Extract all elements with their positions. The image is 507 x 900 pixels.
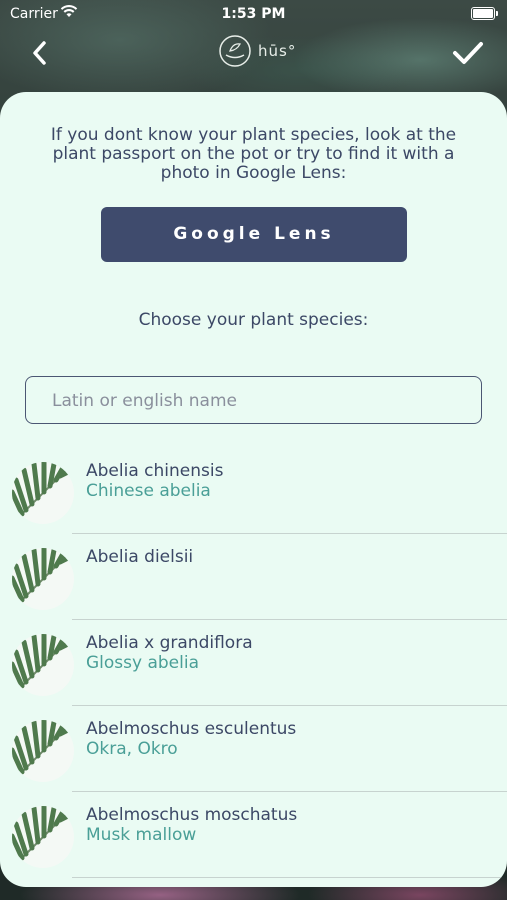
status-bar: Carrier 1:53 PM — [0, 0, 507, 28]
plant-thumbnail — [12, 720, 74, 782]
list-item[interactable]: Abelia dielsii — [0, 534, 507, 620]
app-logo: hūs° — [218, 34, 298, 68]
plant-thumbnail — [12, 548, 74, 610]
checkmark-icon — [453, 42, 483, 64]
divider — [72, 877, 507, 878]
chevron-left-icon — [33, 41, 46, 65]
google-lens-button[interactable]: Google Lens — [101, 207, 407, 262]
species-card: If you dont know your plant species, loo… — [0, 92, 507, 887]
latin-name: Abelia dielsii — [86, 547, 194, 567]
list-item[interactable]: Abelia x grandiflora Glossy abelia — [0, 620, 507, 706]
common-name: Okra, Okro — [86, 739, 178, 759]
choose-species-label: Choose your plant species: — [138, 310, 369, 330]
species-list: Abelia chinensis Chinese abelia Abelia d… — [0, 448, 507, 878]
plant-thumbnail — [12, 634, 74, 696]
latin-name: Abelia x grandiflora — [86, 633, 253, 653]
confirm-button[interactable] — [451, 38, 485, 68]
search-input[interactable] — [50, 377, 469, 424]
plant-thumbnail — [12, 806, 74, 868]
latin-name: Abelia chinensis — [86, 461, 224, 481]
logo-text: hūs° — [258, 42, 297, 60]
common-name: Glossy abelia — [86, 653, 200, 673]
navigation-bar: hūs° — [0, 28, 507, 78]
list-item[interactable]: Abelmoschus esculentus Okra, Okro — [0, 706, 507, 792]
latin-name: Abelmoschus esculentus — [86, 719, 297, 739]
intro-text: If you dont know your plant species, loo… — [50, 125, 457, 183]
clock: 1:53 PM — [221, 6, 286, 22]
plant-thumbnail — [12, 462, 74, 524]
list-item[interactable]: Abelia chinensis Chinese abelia — [0, 448, 507, 534]
latin-name: Abelmoschus moschatus — [86, 805, 298, 825]
back-button[interactable] — [28, 38, 54, 68]
common-name: Musk mallow — [86, 825, 197, 845]
search-field[interactable] — [25, 376, 482, 424]
common-name: Chinese abelia — [86, 481, 211, 501]
battery-icon — [471, 7, 498, 20]
list-item[interactable]: Abelmoschus moschatus Musk mallow — [0, 792, 507, 878]
